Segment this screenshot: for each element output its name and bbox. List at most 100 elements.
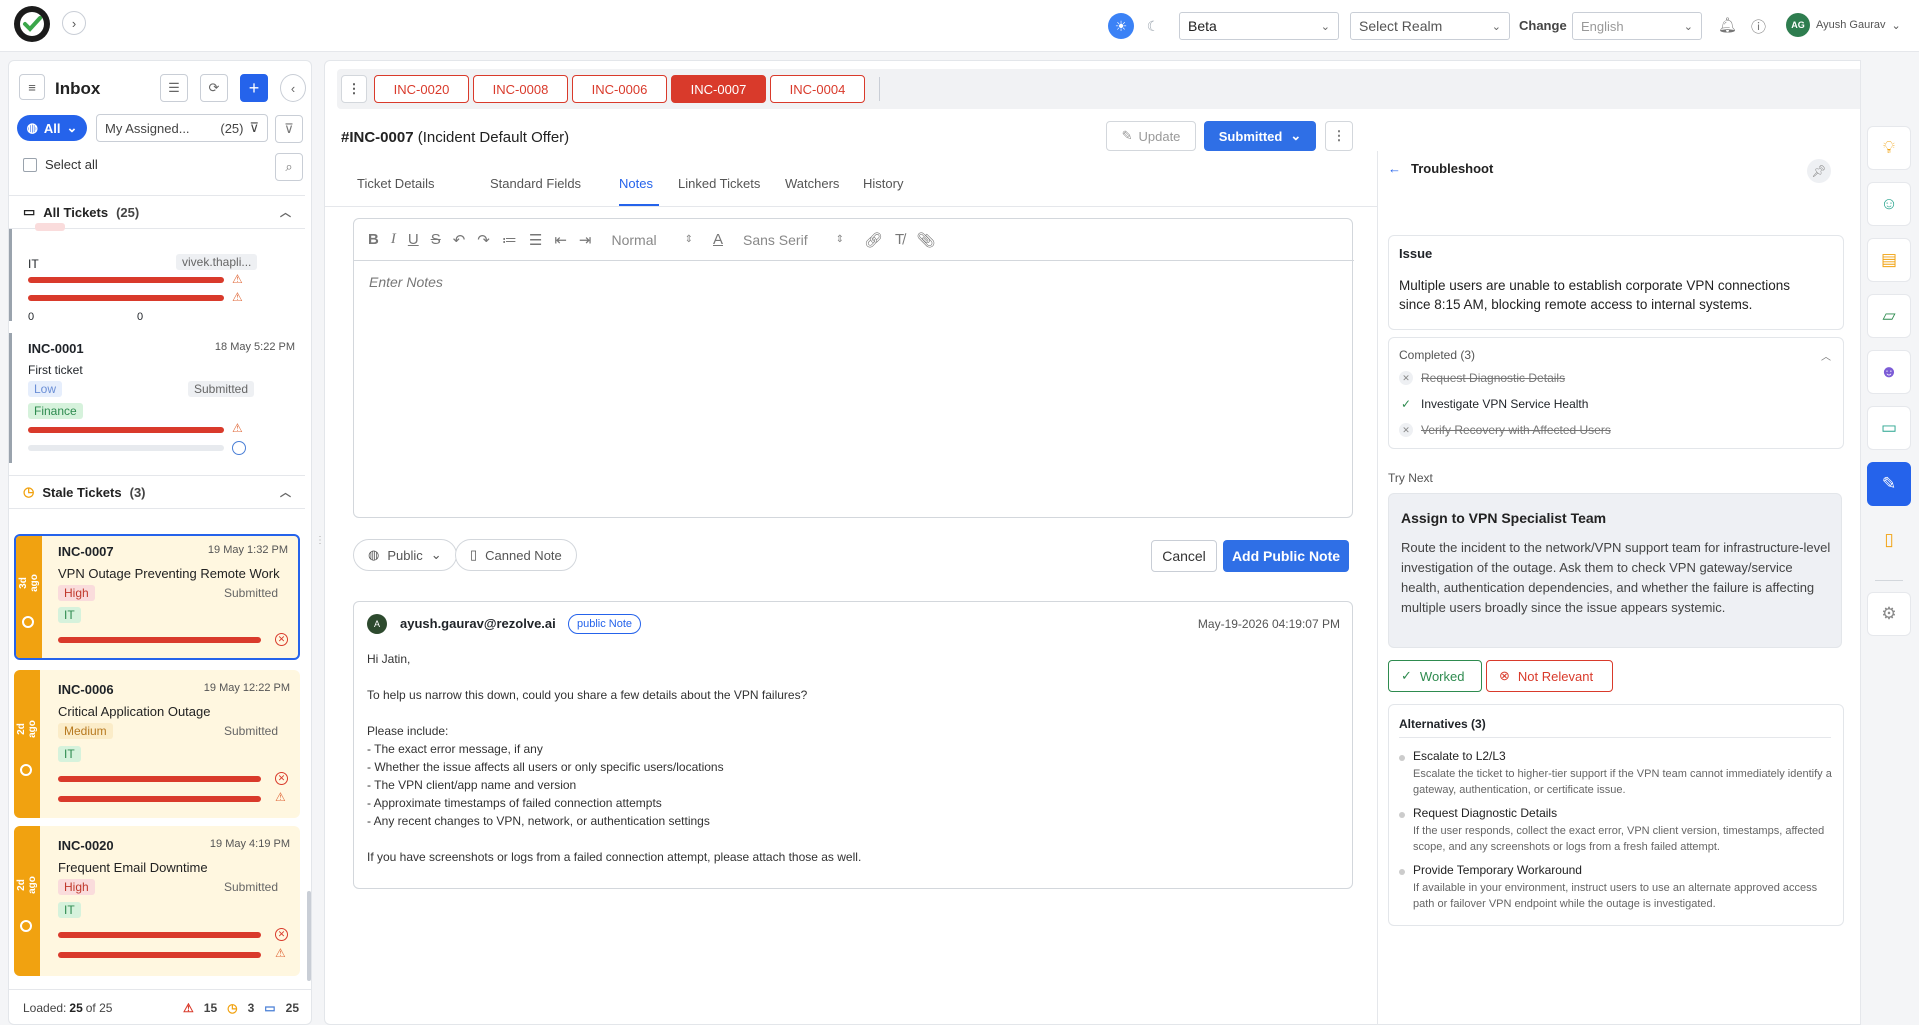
- font-size-select[interactable]: Normal ⇕: [611, 232, 693, 248]
- ticket-card[interactable]: IT vivek.thapli... ⚠ ⚠ 0 0: [9, 223, 305, 323]
- add-public-note-button[interactable]: Add Public Note: [1223, 540, 1349, 572]
- user-menu[interactable]: AG Ayush Gaurav ⌄: [1786, 13, 1901, 37]
- stale-ticket-inc-0020[interactable]: 2d ago INC-0020 19 May 4:19 PM Frequent …: [14, 826, 300, 976]
- ticket-card-inc-0001[interactable]: INC-0001 18 May 5:22 PM First ticket Low…: [9, 333, 305, 463]
- ticket-workspace: ⋮ INC-0020 INC-0008 INC-0006 INC-0007 IN…: [324, 60, 1914, 1025]
- status-tag: Submitted: [224, 586, 279, 600]
- chevron-up-icon[interactable]: ︿: [280, 204, 291, 220]
- smiley-icon[interactable]: ☺: [1867, 182, 1911, 226]
- environment-select[interactable]: Beta ⌄: [1179, 12, 1339, 40]
- my-assigned-select[interactable]: My Assigned... (25) ⊽: [96, 114, 268, 142]
- advanced-filter-button[interactable]: ⊽: [275, 115, 303, 143]
- troubleshoot-panel: ← Troubleshoot 📌︎ Issue Multiple users ar…: [1377, 151, 1844, 1025]
- status-button[interactable]: Submitted ⌄: [1204, 121, 1316, 151]
- troubleshoot-icon[interactable]: ✎: [1867, 462, 1911, 506]
- ticket-icon[interactable]: ▭: [1867, 406, 1911, 450]
- clear-format-icon[interactable]: T̸: [895, 231, 904, 248]
- comment-icon[interactable]: ▱: [1867, 294, 1911, 338]
- note-line: [367, 704, 1327, 722]
- back-arrow-icon[interactable]: ←: [1388, 161, 1401, 176]
- book-icon[interactable]: ▯: [1867, 518, 1911, 562]
- sort-button[interactable]: ☰: [160, 74, 188, 102]
- select-all[interactable]: Select all: [23, 157, 98, 172]
- cancel-button[interactable]: Cancel: [1151, 540, 1217, 572]
- attachment-icon[interactable]: 📎︎: [916, 231, 935, 249]
- tab-inc-0020[interactable]: INC-0020: [374, 75, 469, 103]
- ordered-list-icon[interactable]: ≔: [502, 231, 517, 249]
- settings-icon[interactable]: ⚙: [1867, 592, 1911, 636]
- inbox-title: Inbox: [55, 79, 101, 98]
- language-select[interactable]: English ⌄: [1572, 12, 1702, 40]
- lightbulb-icon[interactable]: 💡︎: [1867, 126, 1911, 170]
- more-actions-button[interactable]: ⋮: [1325, 121, 1353, 151]
- chevron-left-icon: ‹: [290, 80, 296, 96]
- bullet-list-icon[interactable]: ☰: [529, 231, 542, 249]
- chevron-up-icon[interactable]: ︿: [280, 484, 291, 500]
- worked-button[interactable]: ✓ Worked: [1388, 660, 1482, 692]
- stale-ticket-inc-0007[interactable]: 3d ago INC-0007 19 May 1:32 PM VPN Outag…: [14, 534, 300, 660]
- visibility-select[interactable]: ◍ Public ⌄: [353, 539, 457, 571]
- bold-icon[interactable]: B: [368, 231, 379, 248]
- menu-icon[interactable]: ≡: [19, 74, 45, 100]
- pin-icon[interactable]: 📌︎: [1807, 159, 1831, 183]
- not-relevant-button[interactable]: ⊗ Not Relevant: [1486, 660, 1613, 692]
- note-line: If you have screenshots or logs from a f…: [367, 850, 862, 864]
- expand-nav-button[interactable]: ›: [62, 11, 86, 35]
- help-icon[interactable]: ⓘ: [1751, 16, 1766, 37]
- collapse-inbox-button[interactable]: ‹: [280, 74, 306, 102]
- light-mode-icon[interactable]: ☀: [1108, 13, 1134, 39]
- stale-tickets-section[interactable]: ◷ Stale Tickets (3) ︿: [9, 475, 305, 509]
- tab-inc-0006[interactable]: INC-0006: [572, 75, 667, 103]
- filter-off-icon: ⊽: [284, 121, 294, 136]
- refresh-button[interactable]: ⟳: [200, 74, 228, 102]
- clock-icon: ◷: [227, 1000, 238, 1015]
- inbox-scrollbar[interactable]: [307, 891, 311, 981]
- undo-icon[interactable]: ↶: [453, 231, 466, 249]
- skipped-icon: ✕: [1399, 371, 1413, 385]
- tab-watchers[interactable]: Watchers: [785, 176, 839, 191]
- font-family-select[interactable]: Sans Serif ⇕: [743, 232, 844, 248]
- redo-icon[interactable]: ↷: [477, 231, 490, 249]
- link-icon[interactable]: 🔗︎: [864, 231, 883, 249]
- resize-handle[interactable]: ⋮: [315, 535, 325, 549]
- divider: [1875, 580, 1903, 581]
- bell-icon[interactable]: 🔔︎: [1718, 16, 1737, 37]
- indent-icon[interactable]: ⇥: [579, 231, 592, 249]
- canned-note-button[interactable]: ▯ Canned Note: [455, 539, 577, 571]
- note-line: [367, 668, 1327, 686]
- underline-icon[interactable]: U: [408, 231, 419, 248]
- bullet-dot: [1399, 812, 1405, 818]
- notes-input[interactable]: Enter Notes: [369, 274, 443, 290]
- realm-select[interactable]: Select Realm ⌄: [1350, 12, 1510, 40]
- sla-bar: [58, 952, 261, 958]
- all-filter-pill[interactable]: ◍ All ⌄: [17, 115, 87, 141]
- bot-icon[interactable]: ☻: [1867, 350, 1911, 394]
- tab-linked-tickets[interactable]: Linked Tickets: [678, 176, 760, 191]
- strike-icon[interactable]: S: [431, 231, 441, 248]
- tab-ticket-details[interactable]: Ticket Details: [357, 176, 435, 191]
- italic-icon[interactable]: I: [391, 231, 396, 248]
- chevron-up-icon[interactable]: ︿: [1821, 348, 1831, 363]
- add-ticket-button[interactable]: +: [240, 74, 268, 102]
- chat-icon[interactable]: ▤: [1867, 238, 1911, 282]
- tab-inc-0004[interactable]: INC-0004: [770, 75, 865, 103]
- chevron-down-icon: ⌄: [430, 547, 442, 562]
- text-color-icon[interactable]: A: [713, 231, 723, 248]
- language-value: English: [1581, 18, 1624, 34]
- dark-mode-icon[interactable]: ☾: [1140, 13, 1166, 39]
- search-button[interactable]: ⌕: [275, 153, 303, 181]
- outdent-icon[interactable]: ⇤: [554, 231, 567, 249]
- select-all-checkbox[interactable]: [23, 157, 37, 172]
- tab-history[interactable]: History: [863, 176, 903, 191]
- tab-inc-0007[interactable]: INC-0007: [671, 75, 766, 103]
- try-next-desc: Route the incident to the network/VPN su…: [1401, 540, 1831, 615]
- stale-ticket-inc-0006[interactable]: 2d ago INC-0006 19 May 12:22 PM Critical…: [14, 670, 300, 818]
- stale-age: 3d ago: [18, 574, 40, 592]
- more-options-icon[interactable]: ⋮: [341, 75, 367, 103]
- tab-notes[interactable]: Notes: [619, 176, 653, 191]
- app-logo[interactable]: [14, 6, 50, 42]
- alternative-title: Request Diagnostic Details: [1413, 806, 1558, 820]
- tab-inc-0008[interactable]: INC-0008: [473, 75, 568, 103]
- tab-standard-fields[interactable]: Standard Fields: [490, 176, 581, 191]
- update-button[interactable]: ✎ Update: [1106, 121, 1196, 151]
